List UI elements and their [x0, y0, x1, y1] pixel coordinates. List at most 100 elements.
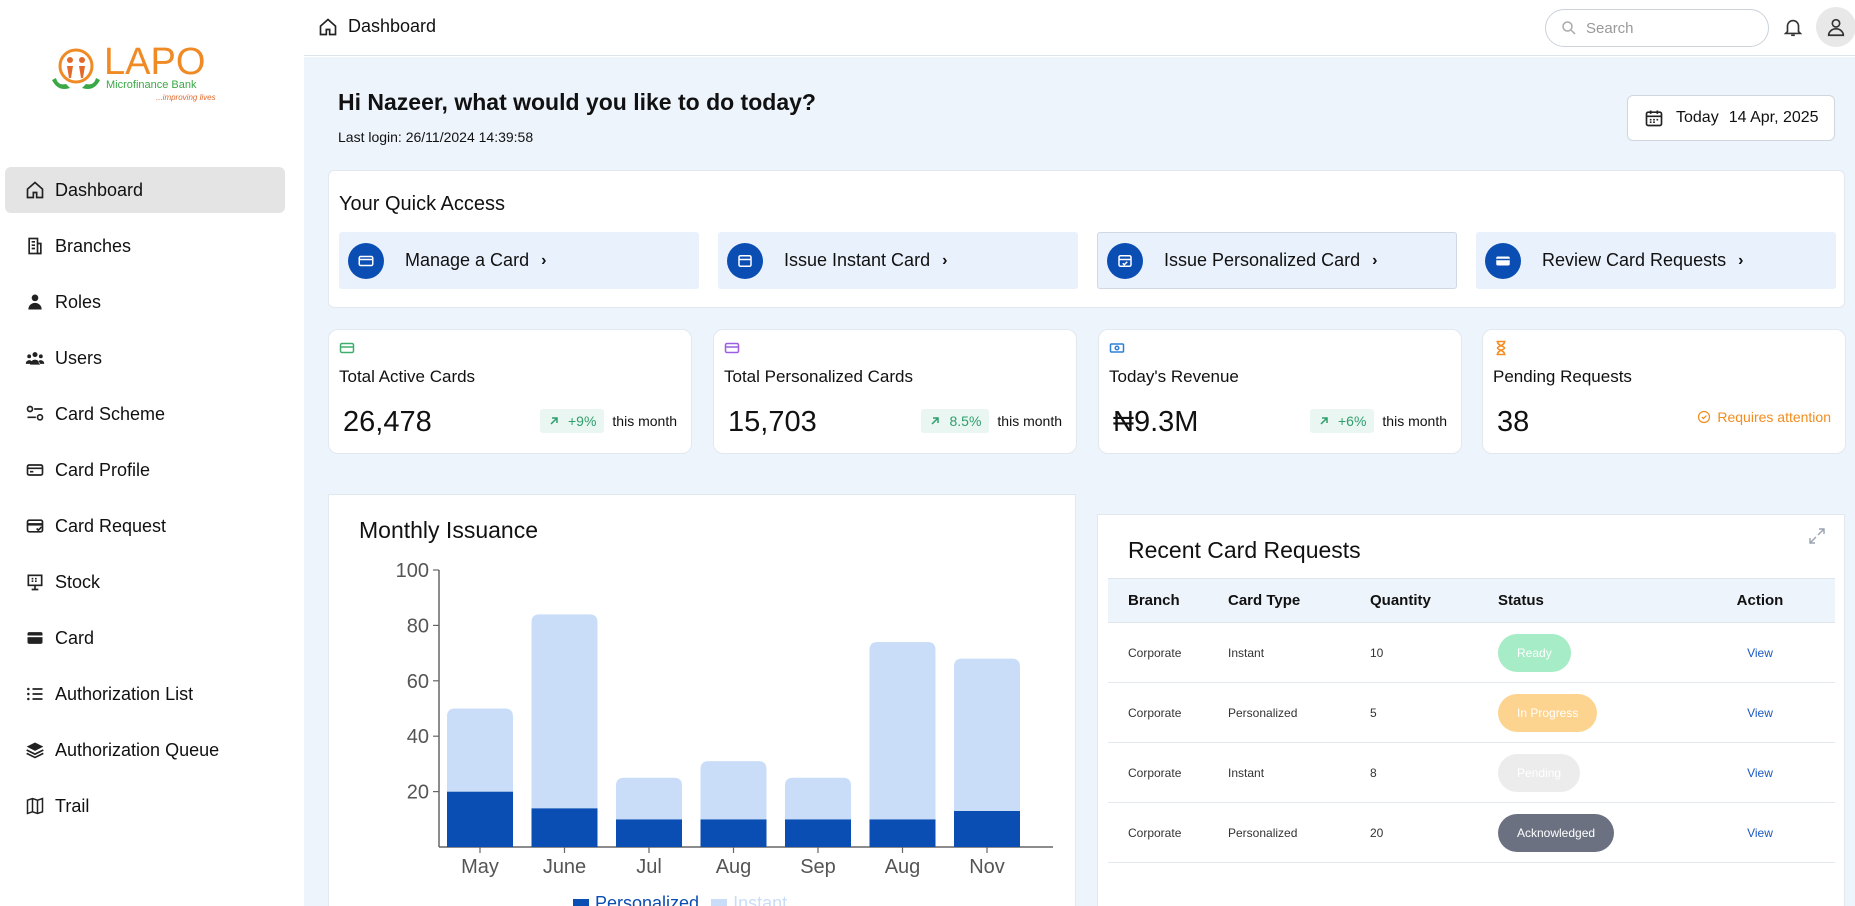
card-filled-icon [1485, 242, 1521, 279]
arrow-up-right-icon [1320, 417, 1328, 425]
quick-access-issue-personalized-card[interactable]: Issue Personalized Card › [1097, 232, 1457, 289]
sidebar-item-trail[interactable]: Trail [5, 783, 285, 829]
card-outline-icon [25, 460, 45, 480]
sidebar-item-card[interactable]: Card [5, 615, 285, 661]
bar-personalized [869, 819, 936, 847]
breadcrumb-label: Dashboard [348, 16, 437, 36]
column-header: Quantity [1370, 578, 1498, 623]
logo-text: LAPO [104, 41, 205, 83]
sidebar-item-authorization-list[interactable]: Authorization List [5, 671, 285, 717]
quick-access-issue-instant-card[interactable]: Issue Instant Card › [718, 232, 1078, 289]
search-box[interactable] [1545, 9, 1769, 47]
bar-personalized [954, 810, 1020, 847]
y-tick-label: 80 [407, 615, 429, 637]
quick-access-manage-card[interactable]: Manage a Card › [339, 232, 699, 289]
stat-delta: +6% this month [1309, 409, 1447, 433]
stat-title: Total Active Cards [339, 367, 476, 386]
stat-title: Total Personalized Cards [724, 367, 913, 386]
cell-quantity: 8 [1370, 742, 1498, 803]
sidebar-item-label: Authorization List [55, 683, 194, 704]
building-icon [25, 236, 45, 256]
legend-label-instant: Instant [733, 893, 788, 906]
sidebar-item-card-profile[interactable]: Card Profile [5, 447, 285, 493]
delta-value: +9% [567, 413, 597, 429]
stat-card-pending-requests: Pending Requests 38 Requires attention [1482, 329, 1846, 454]
scheme-icon [25, 404, 45, 424]
delta-suffix: this month [997, 413, 1062, 429]
cell-status: Acknowledged [1498, 802, 1685, 863]
sidebar-item-branches[interactable]: Branches [5, 223, 285, 269]
x-tick-label: Aug [885, 856, 921, 878]
sidebar-item-card-request[interactable]: Card Request [5, 503, 285, 549]
arrow-up-right-icon [931, 417, 940, 425]
attention-text: Requires attention [1697, 409, 1831, 425]
sidebar-item-label: Card [55, 627, 95, 648]
sidebar-item-dashboard[interactable]: Dashboard [5, 167, 285, 213]
logo-subtext: Microfinance Bank [106, 79, 197, 91]
top-bar: Dashboard [304, 0, 1855, 56]
logo-graphic: LAPO Microfinance Bank ...improving live… [52, 41, 216, 102]
column-header: Card Type [1228, 578, 1370, 623]
y-tick-label: 100 [396, 560, 429, 582]
x-tick-label: Sep [800, 856, 836, 878]
sidebar-nav: Dashboard Branches Roles Users Card Scheme Ca… [5, 167, 285, 839]
delta-pill: 8.5% [921, 409, 990, 433]
cell-quantity: 10 [1370, 622, 1498, 683]
view-link[interactable]: View [1747, 766, 1773, 780]
logo-tagline: ...improving lives [156, 93, 216, 102]
cell-branch: Corporate [1108, 742, 1228, 803]
cell-action: View [1685, 682, 1835, 743]
table-row: Corporate Instant 10 Ready View [1108, 622, 1835, 683]
view-link[interactable]: View [1747, 646, 1773, 660]
sidebar-item-roles[interactable]: Roles [5, 279, 285, 325]
expand-icon[interactable] [1808, 527, 1826, 545]
sidebar-item-label: Authorization Queue [55, 739, 220, 760]
sidebar-item-label: Roles [55, 291, 102, 312]
delta-value: 8.5% [949, 413, 982, 429]
sidebar-item-label: Card Scheme [55, 403, 166, 424]
delta-suffix: this month [612, 413, 677, 429]
quick-access-title: Your Quick Access [339, 193, 506, 215]
sidebar-item-label: Card Request [55, 515, 167, 536]
map-icon [25, 796, 45, 816]
sidebar-item-users[interactable]: Users [5, 335, 285, 381]
column-header: Action [1685, 578, 1835, 623]
view-link[interactable]: View [1747, 706, 1773, 720]
search-input[interactable] [1586, 19, 1746, 37]
sidebar-item-stock[interactable]: Stock [5, 559, 285, 605]
sidebar-item-card-scheme[interactable]: Card Scheme [5, 391, 285, 437]
cell-card-type: Instant [1228, 622, 1370, 683]
cell-status: In Progress [1498, 682, 1685, 743]
date-picker[interactable]: Today 14 Apr, 2025 [1627, 95, 1835, 141]
table-row: Corporate Personalized 5 In Progress View [1108, 682, 1835, 743]
view-link[interactable]: View [1747, 826, 1773, 840]
status-badge: Ready [1498, 633, 1571, 672]
sidebar-item-authorization-queue[interactable]: Authorization Queue [5, 727, 285, 773]
quick-access-review-card-requests[interactable]: Review Card Requests › [1476, 232, 1836, 289]
column-header: Branch [1108, 578, 1228, 623]
home-icon [25, 180, 45, 200]
sidebar: LAPO Microfinance Bank ...improving live… [0, 0, 304, 906]
x-tick-label: Aug [716, 856, 752, 878]
bell-icon[interactable] [1782, 16, 1804, 38]
last-login: Last login: 26/11/2024 14:39:58 [338, 129, 534, 145]
sidebar-item-label: Users [55, 347, 103, 368]
bar-personalized [785, 819, 851, 847]
arrow-up-right-icon [550, 417, 558, 425]
y-tick-label: 40 [407, 726, 429, 748]
avatar[interactable] [1816, 7, 1855, 47]
stat-delta: +9% this month [539, 409, 677, 433]
stat-value: 38 [1497, 406, 1530, 438]
table-row: Corporate Instant 8 Pending View [1108, 742, 1835, 803]
cell-status: Ready [1498, 622, 1685, 683]
lapo-logo[interactable]: LAPO Microfinance Bank ...improving live… [48, 40, 248, 120]
x-tick-label: Jul [636, 856, 662, 878]
main-content: Hi Nazeer, what would you like to do tod… [304, 57, 1855, 906]
stock-icon [25, 572, 45, 592]
bar-personalized [616, 819, 682, 847]
recent-card-requests-card: Recent Card Requests Branch Card Type Qu… [1097, 514, 1845, 906]
sidebar-item-label: Stock [55, 571, 101, 592]
stat-title: Today's Revenue [1109, 367, 1239, 386]
cell-card-type: Instant [1228, 742, 1370, 803]
cell-action: View [1685, 802, 1835, 863]
